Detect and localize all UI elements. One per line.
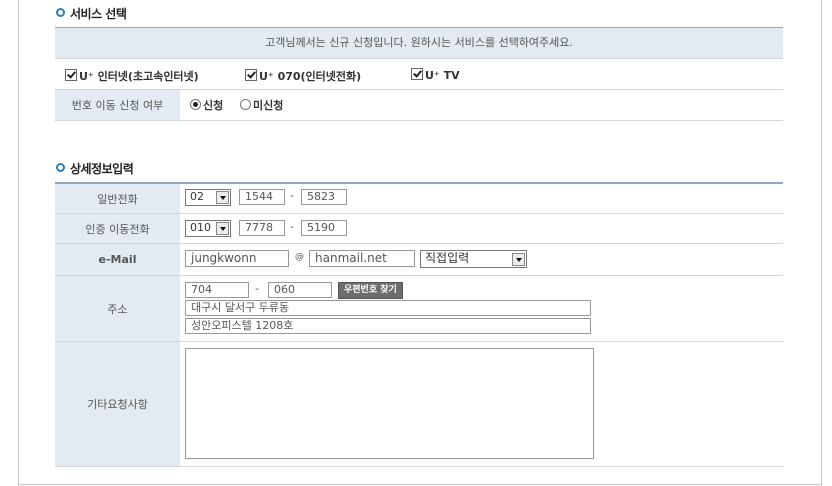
- mobile-fields: 010 7778 - 5190: [180, 214, 783, 243]
- radio-no[interactable]: [240, 99, 251, 110]
- request-row: 기타요청사항: [55, 342, 783, 467]
- email-domain-select[interactable]: 직접입력: [420, 250, 527, 268]
- option-070[interactable]: U⁺ 070(인터넷전화): [245, 68, 361, 84]
- email-user-input[interactable]: jungkwonn: [185, 250, 289, 267]
- bullet-icon: [56, 163, 65, 172]
- phone-area-select[interactable]: 02: [185, 189, 231, 206]
- service-section-title: 서비스 선택: [56, 5, 127, 22]
- checkbox-internet[interactable]: [65, 69, 77, 81]
- zip1-input[interactable]: 704: [185, 282, 249, 298]
- phone-mid-input[interactable]: 1544: [239, 189, 285, 205]
- address-line1-input[interactable]: 대구시 달서구 두류동: [185, 300, 591, 316]
- phone-fields: 02 1544 - 5823: [180, 184, 783, 213]
- checkbox-070[interactable]: [245, 69, 257, 81]
- dash-separator: -: [290, 189, 294, 202]
- frame-border-bottom: [18, 484, 822, 485]
- request-label: 기타요청사항: [55, 342, 180, 466]
- chevron-down-icon: [512, 253, 525, 266]
- email-domain-input[interactable]: hanmail.net: [309, 250, 415, 267]
- email-fields: jungkwonn @ hanmail.net 직접입력: [180, 244, 783, 275]
- radio-apply[interactable]: [190, 99, 201, 110]
- phone-row: 일반전화 02 1544 - 5823: [55, 184, 783, 214]
- number-transfer-label: 번호 이동 신청 여부: [55, 90, 180, 120]
- notice-text: 고객님께서는 신규 신청입니다. 원하시는 서비스를 선택하여주세요.: [265, 36, 573, 49]
- radio-no-option[interactable]: 미신청: [240, 97, 283, 113]
- mobile-prefix-select[interactable]: 010: [185, 220, 231, 237]
- option-internet[interactable]: U⁺ 인터넷(초고속인터넷): [65, 68, 199, 84]
- phone-last-input[interactable]: 5823: [301, 189, 347, 205]
- service-title-text: 서비스 선택: [70, 7, 127, 21]
- frame-border-left: [18, 0, 19, 486]
- radio-no-label: 미신청: [253, 99, 284, 112]
- phone-area-value: 02: [190, 190, 204, 203]
- service-options-row: U⁺ 인터넷(초고속인터넷) U⁺ 070(인터넷전화) U⁺ TV: [55, 59, 783, 90]
- radio-apply-option[interactable]: 신청: [190, 97, 223, 113]
- phone-label: 일반전화: [55, 184, 180, 213]
- detail-title-text: 상세정보입력: [70, 162, 134, 176]
- option-070-label: U⁺ 070(인터넷전화): [259, 70, 362, 83]
- email-domain-select-value: 직접입력: [425, 251, 470, 265]
- request-fields: [180, 342, 783, 466]
- chevron-down-icon: [216, 222, 229, 235]
- dash-separator: -: [255, 282, 259, 295]
- detail-section-title: 상세정보입력: [56, 160, 134, 177]
- option-tv-label: U⁺ TV: [425, 69, 460, 82]
- request-textarea[interactable]: [185, 348, 594, 459]
- email-row: e-Mail jungkwonn @ hanmail.net 직접입력: [55, 244, 783, 276]
- dash-separator: -: [290, 220, 294, 233]
- address-line2-input[interactable]: 성안오피스텔 1208호: [185, 318, 591, 334]
- at-sign: @: [295, 252, 304, 262]
- bullet-icon: [56, 8, 65, 17]
- checkbox-tv[interactable]: [411, 68, 423, 80]
- number-transfer-options: 신청 미신청: [180, 90, 783, 120]
- radio-apply-label: 신청: [203, 99, 224, 112]
- number-transfer-row: 번호 이동 신청 여부 신청 미신청: [55, 90, 783, 121]
- zip-search-button[interactable]: 우편번호 찾기: [338, 282, 403, 299]
- mobile-row: 인증 이동전화 010 7778 - 5190: [55, 214, 783, 244]
- mobile-prefix-value: 010: [190, 221, 211, 234]
- address-fields: 704 - 060 우편번호 찾기 대구시 달서구 두류동 성안오피스텔 120…: [180, 276, 783, 341]
- notice-row: 고객님께서는 신규 신청입니다. 원하시는 서비스를 선택하여주세요.: [55, 28, 783, 59]
- mobile-label: 인증 이동전화: [55, 214, 180, 243]
- address-label: 주소: [55, 276, 180, 341]
- mobile-last-input[interactable]: 5190: [301, 220, 347, 236]
- mobile-mid-input[interactable]: 7778: [239, 220, 285, 236]
- zip2-input[interactable]: 060: [268, 282, 332, 298]
- option-tv[interactable]: U⁺ TV: [411, 68, 460, 82]
- email-label: e-Mail: [55, 244, 180, 275]
- chevron-down-icon: [216, 191, 229, 204]
- address-row: 주소 704 - 060 우편번호 찾기 대구시 달서구 두류동 성안오피스텔 …: [55, 276, 783, 342]
- frame-border-right: [821, 0, 822, 486]
- option-internet-label: U⁺ 인터넷(초고속인터넷): [79, 70, 199, 83]
